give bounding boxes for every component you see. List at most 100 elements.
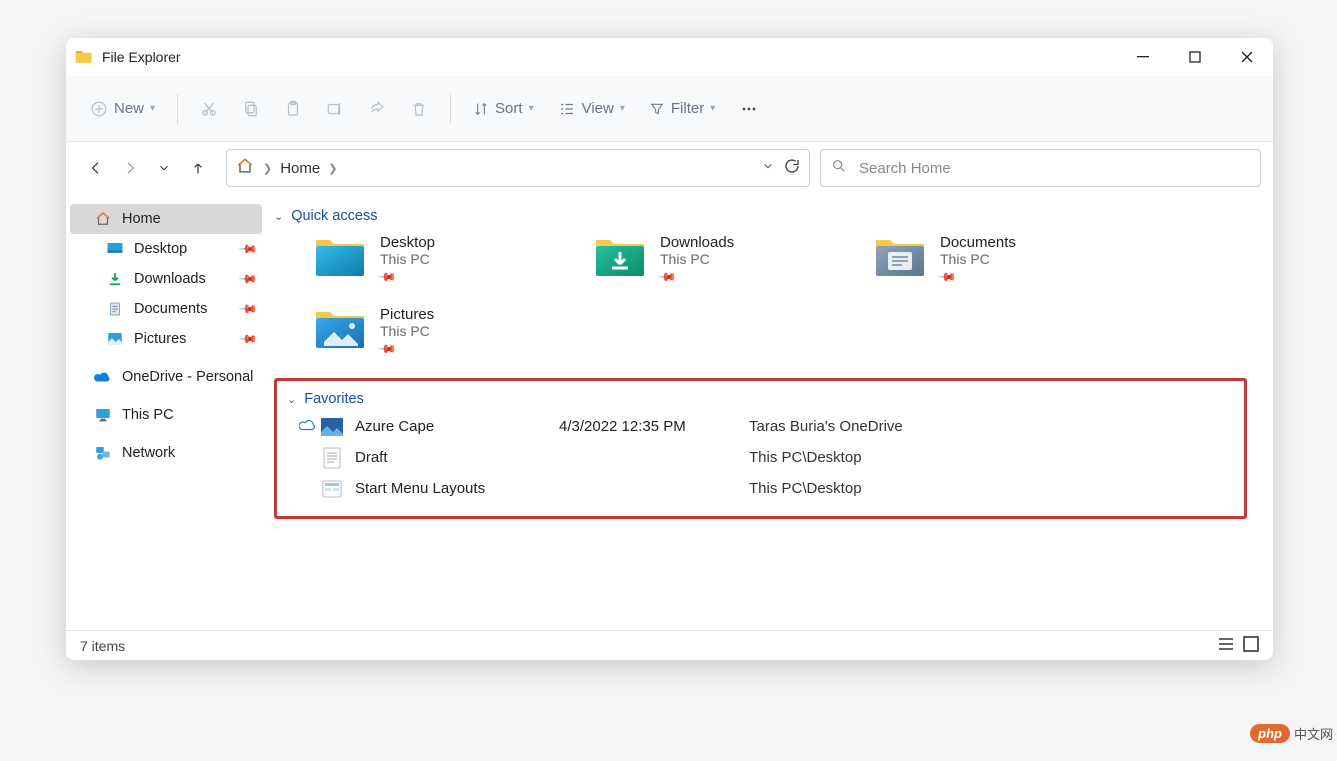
favorite-item[interactable]: Azure Cape 4/3/2022 12:35 PM Taras Buria…: [283, 411, 1234, 442]
content-pane: ⌄ Quick access Desktop This PC 📌: [266, 194, 1273, 630]
folder-documents-icon: [874, 234, 926, 278]
qa-name: Pictures: [380, 306, 434, 323]
favorite-name: Azure Cape: [355, 418, 434, 435]
cut-button[interactable]: [190, 89, 228, 129]
back-button[interactable]: [86, 158, 106, 178]
navigation-row: ❯ Home ❯: [66, 142, 1273, 194]
layout-file-icon: [321, 478, 343, 500]
section-title: Quick access: [291, 208, 377, 224]
rename-button[interactable]: [316, 89, 354, 129]
quick-access-grid: Desktop This PC 📌 Downloads This PC 📌: [274, 234, 1273, 374]
sidebar-item-desktop[interactable]: Desktop 📌: [66, 234, 266, 264]
pin-icon: 📌: [377, 339, 397, 359]
qa-sub: This PC: [380, 323, 434, 339]
qa-sub: This PC: [940, 251, 1016, 267]
toolbar: New ▾ Sort ▾ View ▾ Filter ▾: [66, 76, 1273, 142]
breadcrumb-home[interactable]: Home: [280, 160, 320, 177]
favorite-item[interactable]: . Start Menu Layouts This PC\Desktop: [283, 473, 1234, 504]
paste-button[interactable]: [274, 89, 312, 129]
chevron-down-icon: ⌄: [274, 210, 283, 223]
image-thumbnail-icon: [321, 416, 343, 438]
sidebar-item-network[interactable]: Network: [66, 438, 266, 468]
pin-icon: 📌: [238, 239, 258, 259]
folder-downloads-icon: [594, 234, 646, 278]
quick-access-header[interactable]: ⌄ Quick access: [274, 204, 1273, 234]
sidebar-item-home[interactable]: Home: [70, 204, 262, 234]
cut-icon: [200, 100, 218, 118]
sidebar-label: This PC: [122, 407, 174, 423]
pin-icon: 📌: [937, 267, 957, 287]
favorite-location: This PC\Desktop: [749, 480, 1234, 497]
view-icon: [558, 100, 576, 118]
quick-access-item-documents[interactable]: Documents This PC 📌: [874, 234, 1114, 286]
quick-access-item-desktop[interactable]: Desktop This PC 📌: [314, 234, 554, 286]
sidebar-label: Downloads: [134, 271, 206, 287]
search-input[interactable]: [857, 159, 1250, 178]
window-controls: [1117, 38, 1273, 76]
close-button[interactable]: [1221, 38, 1273, 76]
sidebar-item-pictures[interactable]: Pictures 📌: [66, 324, 266, 354]
favorite-name: Draft: [355, 449, 388, 466]
plus-circle-icon: [90, 100, 108, 118]
chevron-down-icon: ▾: [150, 103, 155, 114]
pin-icon: 📌: [238, 329, 258, 349]
chevron-down-icon: ▾: [529, 103, 534, 114]
favorites-section-highlight: ⌄ Favorites Azure Cape 4/3/2022 12:35 PM…: [274, 378, 1247, 519]
forward-button[interactable]: [120, 158, 140, 178]
sidebar-label: Home: [122, 211, 161, 227]
delete-button[interactable]: [400, 89, 438, 129]
filter-icon: [649, 101, 665, 117]
separator: [177, 94, 178, 124]
home-icon: [94, 210, 112, 228]
window-title: File Explorer: [102, 49, 181, 65]
favorite-name: Start Menu Layouts: [355, 480, 485, 497]
copy-button[interactable]: [232, 89, 270, 129]
recent-button[interactable]: [154, 158, 174, 178]
sidebar-label: Network: [122, 445, 175, 461]
folder-icon: [74, 47, 94, 67]
home-icon: [235, 156, 255, 181]
desktop-icon: [106, 240, 124, 258]
body: Home Desktop 📌 Downloads 📌 Documents 📌 P…: [66, 194, 1273, 630]
quick-access-item-pictures[interactable]: Pictures This PC 📌: [314, 306, 554, 358]
sort-button[interactable]: Sort ▾: [463, 89, 544, 129]
details-view-button[interactable]: [1217, 636, 1235, 655]
refresh-button[interactable]: [783, 157, 801, 180]
address-bar[interactable]: ❯ Home ❯: [226, 149, 810, 187]
sidebar-item-thispc[interactable]: This PC: [66, 400, 266, 430]
chevron-right-icon: ❯: [328, 162, 337, 175]
search-box[interactable]: [820, 149, 1261, 187]
chevron-down-icon: ▾: [710, 103, 715, 114]
quick-access-item-downloads[interactable]: Downloads This PC 📌: [594, 234, 834, 286]
sidebar-label: Desktop: [134, 241, 187, 257]
view-button[interactable]: View ▾: [548, 89, 635, 129]
section-title: Favorites: [304, 391, 364, 407]
address-dropdown-button[interactable]: [761, 159, 775, 178]
minimize-button[interactable]: [1117, 38, 1169, 76]
folder-desktop-icon: [314, 234, 366, 278]
up-button[interactable]: [188, 158, 208, 178]
pin-icon: 📌: [377, 267, 397, 287]
maximize-button[interactable]: [1169, 38, 1221, 76]
pin-icon: 📌: [657, 267, 677, 287]
filter-button[interactable]: Filter ▾: [639, 89, 725, 129]
watermark: php 中文网: [1250, 724, 1333, 743]
sidebar-item-documents[interactable]: Documents 📌: [66, 294, 266, 324]
qa-name: Desktop: [380, 234, 435, 251]
share-button[interactable]: [358, 89, 396, 129]
more-button[interactable]: [729, 89, 769, 129]
favorite-item[interactable]: . Draft This PC\Desktop: [283, 442, 1234, 473]
favorites-header[interactable]: ⌄ Favorites: [283, 387, 1234, 411]
sort-label: Sort: [495, 100, 523, 117]
view-label: View: [582, 100, 614, 117]
qa-name: Documents: [940, 234, 1016, 251]
thumbnails-view-button[interactable]: [1243, 636, 1259, 655]
rename-icon: [326, 100, 344, 118]
copy-icon: [242, 100, 260, 118]
new-button[interactable]: New ▾: [80, 89, 165, 129]
sidebar-item-onedrive[interactable]: OneDrive - Personal: [66, 362, 266, 392]
cloud-icon: [94, 368, 112, 386]
watermark-text: 中文网: [1294, 724, 1333, 743]
new-label: New: [114, 100, 144, 117]
sidebar-item-downloads[interactable]: Downloads 📌: [66, 264, 266, 294]
